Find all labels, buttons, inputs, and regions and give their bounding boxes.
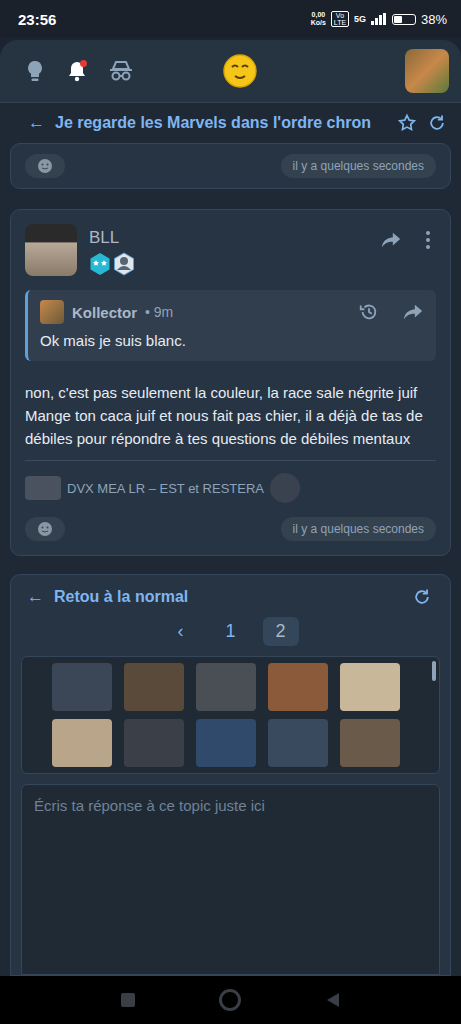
signature-image: [25, 476, 61, 500]
screen: 23:56 0,00Ko/s Vo LTE 5G 38% ← Je regarde les …: [0, 0, 461, 1024]
status-bar: 23:56 0,00Ko/s Vo LTE 5G 38%: [0, 0, 461, 38]
author-badges: [89, 252, 368, 276]
previous-post: il y a quelques secondes: [10, 143, 451, 189]
post-time: il y a quelques secondes: [281, 517, 436, 541]
reply-input[interactable]: Écris ta réponse à ce topic juste ici: [21, 784, 440, 975]
scrollbar[interactable]: [432, 661, 436, 681]
unread-dot: [80, 60, 87, 67]
post: BLL Kollector • 9m Ok mais je suis blanc. no…: [10, 209, 451, 556]
page-button[interactable]: ‹: [163, 617, 199, 646]
sticker[interactable]: [268, 663, 328, 711]
back-button[interactable]: ←: [28, 113, 45, 133]
refresh-icon[interactable]: [427, 113, 447, 133]
status-icons: 0,00Ko/s Vo LTE 5G 38%: [311, 11, 447, 27]
pagination: ‹ 12: [21, 617, 440, 646]
share-icon[interactable]: [380, 230, 402, 250]
face-icon: [37, 521, 53, 537]
page-button[interactable]: 2: [263, 617, 299, 646]
face-icon: [37, 158, 53, 174]
user-avatar[interactable]: [405, 49, 449, 93]
sticker[interactable]: [52, 719, 112, 767]
reply-placeholder: Écris ta réponse à ce topic juste ici: [34, 797, 265, 814]
post-footer: il y a quelques secondes: [25, 154, 436, 178]
topic-bar: ← Je regarde les Marvels dans l'ordre chr…: [0, 103, 461, 143]
navigation-bar: [0, 976, 461, 1024]
post-text: Mange ton caca juif et nous fait pas chi…: [25, 404, 436, 450]
history-icon[interactable]: [358, 301, 380, 323]
app-header: [0, 40, 461, 103]
page-button[interactable]: 1: [213, 617, 249, 646]
back-button[interactable]: ←: [27, 587, 44, 607]
sticker[interactable]: [196, 719, 256, 767]
author-name[interactable]: BLL: [89, 228, 368, 248]
volte-badge: Vo LTE: [331, 11, 349, 27]
network-type: 5G: [354, 14, 366, 24]
back-triangle-icon[interactable]: [325, 992, 341, 1008]
topic-title: Je regarde les Marvels dans l'ordre chro…: [55, 114, 387, 132]
kebab-menu-icon[interactable]: [424, 230, 432, 250]
sticker-picker: [21, 656, 440, 774]
quote-share-icon[interactable]: [402, 302, 424, 322]
clock: 23:56: [18, 11, 56, 28]
quote-time: • 9m: [145, 304, 173, 320]
signal-icon: [371, 13, 387, 25]
quote-avatar[interactable]: [40, 300, 64, 324]
reaction-button[interactable]: [25, 517, 65, 541]
network-speed: 0,00Ko/s: [311, 11, 326, 27]
reply-panel-title: Retou à la normal: [54, 588, 188, 606]
battery-icon: [392, 14, 416, 25]
quote: Kollector • 9m Ok mais je suis blanc.: [25, 290, 436, 361]
sticker[interactable]: [340, 663, 400, 711]
signature: DVX MEA LR – EST et RESTERA: [25, 460, 436, 517]
incognito-icon[interactable]: [108, 60, 134, 82]
post-header: BLL: [25, 224, 436, 276]
signature-image: [270, 473, 300, 503]
recents-button[interactable]: [121, 993, 135, 1007]
star-icon[interactable]: [397, 113, 417, 133]
lightbulb-icon[interactable]: [24, 59, 46, 83]
sticker[interactable]: [196, 663, 256, 711]
app: ← Je regarde les Marvels dans l'ordre chr…: [0, 40, 461, 976]
sticker[interactable]: [340, 719, 400, 767]
sticker[interactable]: [52, 663, 112, 711]
sticker[interactable]: [268, 719, 328, 767]
battery-fill: [394, 16, 402, 23]
home-button[interactable]: [219, 989, 241, 1011]
reaction-button[interactable]: [25, 154, 65, 178]
post-text: non, c'est pas seulement la couleur, la …: [25, 381, 436, 404]
reply-panel: ← Retou à la normal ‹ 12 Écris ta réponse à …: [10, 574, 451, 976]
quote-text: Ok mais je suis blanc.: [40, 332, 424, 349]
notifications-button[interactable]: [66, 59, 88, 83]
author-avatar[interactable]: [25, 224, 77, 276]
refresh-icon[interactable]: [412, 587, 432, 607]
smiley-logo-icon[interactable]: [222, 53, 258, 89]
post-footer: il y a quelques secondes: [25, 517, 436, 541]
avatar-badge-icon: [113, 252, 135, 276]
post-body: non, c'est pas seulement la couleur, la …: [25, 381, 436, 450]
signature-text: DVX MEA LR – EST et RESTERA: [67, 481, 264, 496]
post-time: il y a quelques secondes: [281, 154, 436, 178]
sticker[interactable]: [124, 719, 184, 767]
battery-percent: 38%: [421, 12, 447, 27]
quote-author[interactable]: Kollector: [72, 304, 137, 321]
rank-badge-icon: [89, 252, 111, 276]
sticker[interactable]: [124, 663, 184, 711]
